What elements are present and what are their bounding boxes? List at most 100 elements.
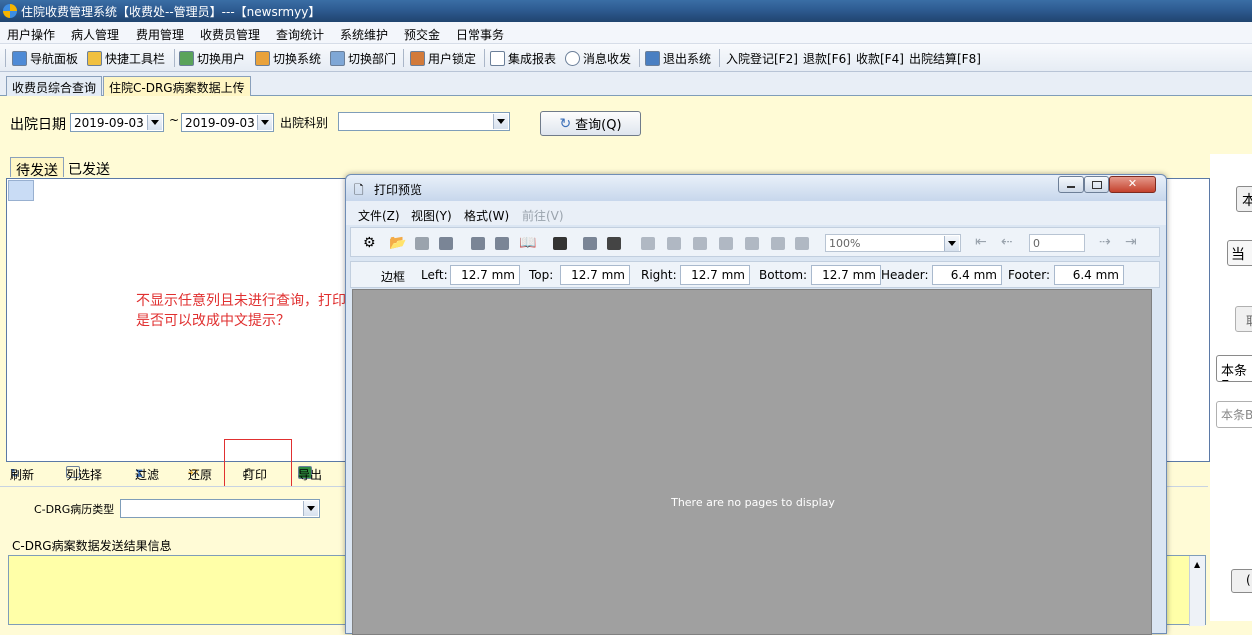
right-field-4[interactable]: 本条B bbox=[1216, 401, 1252, 428]
scale-icon[interactable] bbox=[607, 237, 621, 253]
switch-system-button[interactable]: 切换系统 bbox=[255, 50, 321, 67]
refresh-button[interactable]: ↻ 刷新 bbox=[10, 466, 34, 482]
messages-button[interactable]: 消息收发 bbox=[565, 50, 631, 67]
chevron-down-icon[interactable] bbox=[147, 115, 162, 130]
column-select-button[interactable]: 列选择 bbox=[66, 466, 102, 482]
print-preview-title: 打印预览 bbox=[374, 183, 423, 197]
open-folder-icon[interactable]: 📂 bbox=[389, 235, 406, 251]
right-field-current[interactable]: 当前 bbox=[1227, 240, 1252, 266]
case-type-label: C-DRG病历类型 bbox=[34, 503, 115, 516]
tab-sent[interactable]: 已发送 bbox=[68, 159, 110, 179]
pp-menu-format[interactable]: 格式(W) bbox=[464, 207, 509, 224]
filter-button[interactable]: ⧗ 过滤 bbox=[135, 466, 159, 482]
grid-toolbar: ↻ 刷新 列选择 ⧗ 过滤 ↶ 还原 ⎙ 打印 导出 bbox=[10, 466, 350, 484]
preview-canvas[interactable]: There are no pages to display bbox=[352, 289, 1152, 635]
lock-user-button[interactable]: 用户锁定 bbox=[410, 50, 476, 67]
menu-deposit[interactable]: 预交金 bbox=[404, 26, 440, 43]
tab-cashier-query[interactable]: 收费员综合查询 bbox=[6, 76, 103, 96]
chevron-down-icon[interactable] bbox=[944, 236, 959, 251]
menu-patient[interactable]: 病人管理 bbox=[71, 26, 119, 43]
scrollbar[interactable]: ▲ bbox=[1189, 556, 1205, 626]
collect-button[interactable]: 收款[F4] bbox=[856, 50, 904, 67]
export-button[interactable]: 导出 bbox=[298, 466, 322, 482]
more-pages-icon[interactable] bbox=[795, 237, 809, 253]
header-margin-label: Header: bbox=[881, 268, 929, 282]
top-margin-input[interactable]: 12.7 mm bbox=[560, 265, 630, 285]
header-margin-input[interactable]: 6.4 mm bbox=[932, 265, 1002, 285]
page-width-icon[interactable] bbox=[693, 237, 707, 253]
exit-system-button[interactable]: 退出系统 bbox=[645, 50, 711, 67]
menu-daily[interactable]: 日常事务 bbox=[456, 26, 504, 43]
query-button[interactable]: ↻ 查询(Q) bbox=[540, 111, 641, 136]
grid-pages-icon[interactable] bbox=[771, 237, 785, 253]
print-preview-window[interactable]: 🗋 打印预览 ✕ 文件(Z) 视图(Y) 格式(W) 前往(V) ⚙ 📂 📖 1… bbox=[345, 174, 1167, 635]
result-section-title: C-DRG病案数据发送结果信息 bbox=[12, 539, 172, 553]
chevron-down-icon[interactable] bbox=[493, 114, 508, 129]
right-field-3[interactable]: 本条E bbox=[1216, 355, 1252, 382]
chevron-down-icon[interactable] bbox=[303, 501, 318, 516]
four-pages-icon[interactable] bbox=[745, 237, 759, 253]
print-icon[interactable] bbox=[471, 237, 485, 253]
case-type-select[interactable] bbox=[120, 499, 320, 518]
shortcut-icon bbox=[87, 51, 102, 66]
chevron-down-icon[interactable] bbox=[257, 115, 272, 130]
left-margin-input[interactable]: 12.7 mm bbox=[450, 265, 520, 285]
pp-menu-view[interactable]: 视图(Y) bbox=[411, 207, 452, 224]
users-icon bbox=[179, 51, 194, 66]
dept-select[interactable] bbox=[338, 112, 510, 131]
menu-query[interactable]: 查询统计 bbox=[276, 26, 324, 43]
footer-margin-input[interactable]: 6.4 mm bbox=[1054, 265, 1124, 285]
menu-bar: 用户操作 病人管理 费用管理 收费员管理 查询统计 系统维护 预交金 日常事务 bbox=[0, 22, 1252, 44]
menu-user-ops[interactable]: 用户操作 bbox=[7, 26, 55, 43]
switch-dept-button[interactable]: 切换部门 bbox=[330, 50, 396, 67]
scroll-up-icon[interactable]: ▲ bbox=[1194, 560, 1200, 569]
print-preview-caption[interactable]: 🗋 打印预览 ✕ bbox=[346, 175, 1166, 201]
zoom-select[interactable]: 100% bbox=[825, 234, 961, 252]
book-icon[interactable]: 📖 bbox=[519, 235, 536, 251]
admission-button[interactable]: 入院登记[F2] bbox=[726, 50, 798, 67]
tab-pending[interactable]: 待发送 bbox=[10, 157, 64, 179]
settings-gear-icon[interactable]: ⚙ bbox=[363, 235, 376, 251]
menu-maintenance[interactable]: 系统维护 bbox=[340, 26, 388, 43]
save-icon[interactable] bbox=[415, 237, 429, 253]
maximize-button[interactable] bbox=[1084, 176, 1109, 193]
page-setup-icon[interactable] bbox=[583, 237, 597, 253]
minimize-button[interactable] bbox=[1058, 176, 1084, 193]
exit-icon bbox=[645, 51, 660, 66]
right-button-5[interactable]: ( bbox=[1231, 569, 1252, 593]
right-margin-input[interactable]: 12.7 mm bbox=[680, 265, 750, 285]
single-page-icon[interactable] bbox=[641, 237, 655, 253]
menu-cashier[interactable]: 收费员管理 bbox=[200, 26, 260, 43]
date-to-picker[interactable]: 2019-09-03 bbox=[181, 113, 274, 132]
tab-drg-upload[interactable]: 住院C-DRG病案数据上传 bbox=[103, 76, 251, 96]
grid-corner-header[interactable] bbox=[8, 180, 34, 201]
menu-fees[interactable]: 费用管理 bbox=[136, 26, 184, 43]
page-number-spinner[interactable]: 0 bbox=[1029, 234, 1085, 252]
restore-button[interactable]: ↶ 还原 bbox=[188, 466, 212, 482]
bottom-margin-input[interactable]: 12.7 mm bbox=[811, 265, 881, 285]
discharge-settle-button[interactable]: 出院结算[F8] bbox=[909, 50, 981, 67]
prev-page-icon[interactable]: ⇠ bbox=[1001, 234, 1013, 250]
last-page-icon[interactable]: ⇥ bbox=[1125, 234, 1137, 250]
right-button-1[interactable]: 本 bbox=[1236, 186, 1252, 212]
reports-button[interactable]: 集成报表 bbox=[490, 50, 556, 67]
nav-panel-button[interactable]: 导航面板 bbox=[12, 50, 78, 67]
right-button-2[interactable]: 取 bbox=[1235, 306, 1252, 332]
date-from-picker[interactable]: 2019-09-03 bbox=[70, 113, 164, 132]
switch-user-button[interactable]: 切换用户 bbox=[179, 50, 245, 67]
quick-print-icon[interactable] bbox=[495, 237, 509, 253]
switch-system-icon bbox=[255, 51, 270, 66]
next-page-icon[interactable]: ⇢ bbox=[1099, 234, 1111, 250]
disk-icon[interactable] bbox=[439, 237, 453, 253]
pp-menu-goto[interactable]: 前往(V) bbox=[522, 207, 564, 224]
two-pages-icon[interactable] bbox=[667, 237, 681, 253]
pp-menu-file[interactable]: 文件(Z) bbox=[358, 207, 400, 224]
multi-page-icon[interactable] bbox=[719, 237, 733, 253]
refund-button[interactable]: 退款[F6] bbox=[803, 50, 851, 67]
close-button[interactable]: ✕ bbox=[1109, 176, 1156, 193]
margins-group-label: 边框 bbox=[381, 270, 406, 284]
grid-view-icon[interactable] bbox=[553, 237, 567, 253]
shortcut-toolbar-button[interactable]: 快捷工具栏 bbox=[87, 50, 165, 67]
minimize-icon bbox=[1067, 186, 1075, 188]
first-page-icon[interactable]: ⇤ bbox=[975, 234, 987, 250]
